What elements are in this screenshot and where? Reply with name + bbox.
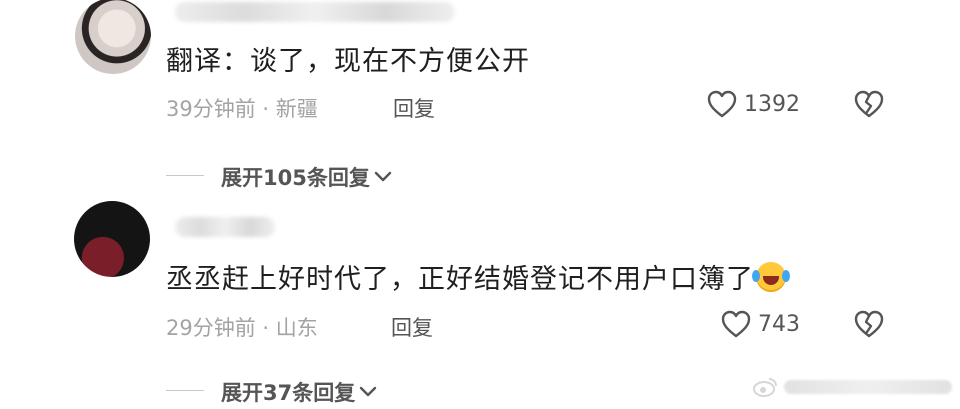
reply-button[interactable]: 回复 [391, 312, 433, 342]
rofl-emoji-icon [752, 262, 790, 292]
commenter-name-blurred[interactable] [175, 2, 455, 22]
heart-outline-icon [707, 90, 737, 118]
like-button[interactable]: 1392 [706, 89, 800, 119]
broken-heart-icon [854, 310, 884, 338]
watermark [752, 373, 952, 401]
comment-meta: 29分钟前 · 山东 [166, 312, 318, 342]
commenter-avatar[interactable] [74, 201, 150, 277]
dislike-button[interactable] [853, 89, 885, 123]
expand-replies-label: 展开105条回复 [221, 166, 370, 190]
commenter-name-blurred[interactable] [175, 217, 275, 237]
chevron-down-icon [374, 171, 392, 182]
expand-replies-button[interactable]: 展开37条回复 [221, 377, 377, 407]
broken-heart-icon [854, 90, 884, 118]
weibo-logo-icon [753, 378, 777, 397]
like-count: 1392 [744, 91, 800, 117]
chevron-down-icon [360, 386, 377, 397]
comment-text: 翻译：谈了，现在不方便公开 [166, 46, 530, 77]
dislike-button[interactable] [853, 309, 885, 343]
comment-meta: 39分钟前 · 新疆 [166, 93, 318, 123]
heart-outline-icon [721, 310, 751, 338]
expand-replies-button[interactable]: 展开105条回复 [221, 162, 392, 192]
comment-text: 丞丞赶上好时代了，正好结婚登记不用户口簿了 [166, 262, 790, 297]
comment-location: 山东 [275, 316, 318, 340]
reply-button[interactable]: 回复 [393, 93, 435, 123]
watermark-text-blurred [784, 380, 952, 394]
like-button[interactable]: 743 [720, 309, 800, 339]
expand-replies-label: 展开37条回复 [221, 381, 356, 405]
meta-separator: · [262, 316, 270, 340]
comment-time: 39分钟前 [166, 97, 256, 121]
comment-location: 新疆 [275, 97, 318, 121]
comment-text-content: 丞丞赶上好时代了，正好结婚登记不用户口簿了 [166, 264, 754, 295]
commenter-avatar[interactable] [75, 0, 151, 74]
comment-time: 29分钟前 [166, 316, 256, 340]
expand-divider [166, 175, 204, 176]
like-count: 743 [758, 311, 800, 337]
meta-separator: · [262, 97, 270, 121]
expand-divider [166, 390, 204, 391]
